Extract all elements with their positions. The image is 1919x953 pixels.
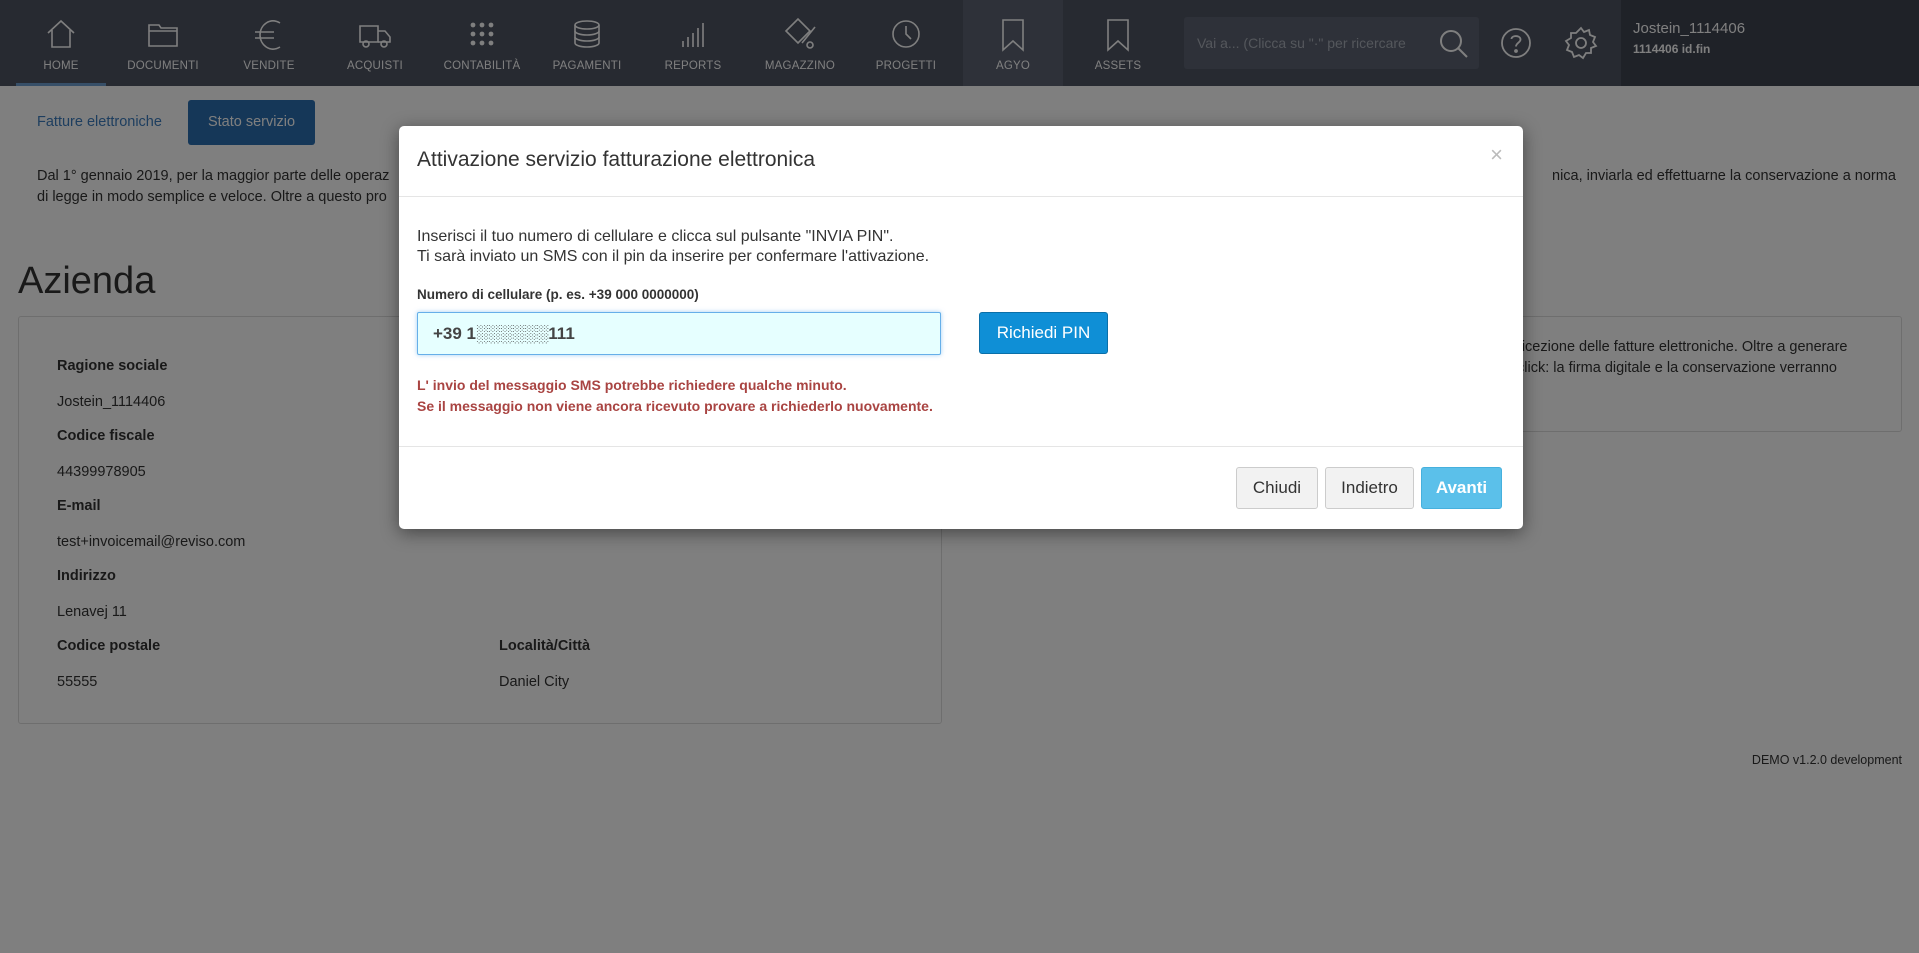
close-button[interactable]: Chiudi (1236, 467, 1318, 509)
modal-title: Attivazione servizio fatturazione elettr… (417, 148, 816, 171)
instruction-line-2: Ti sarà inviato un SMS con il pin da ins… (417, 248, 930, 265)
phone-number-label: Numero di cellulare (p. es. +39 000 0000… (417, 287, 699, 302)
modal-divider (399, 446, 1523, 447)
back-button[interactable]: Indietro (1325, 467, 1414, 509)
phone-number-input[interactable] (417, 312, 941, 355)
request-pin-button[interactable]: Richiedi PIN (979, 312, 1108, 354)
modal-divider (399, 196, 1523, 197)
modal-instructions: Inserisci il tuo numero di cellulare e c… (417, 227, 929, 267)
activation-modal: Attivazione servizio fatturazione elettr… (399, 126, 1523, 529)
close-icon[interactable]: × (1490, 142, 1503, 168)
next-button[interactable]: Avanti (1421, 467, 1502, 509)
warning-line-2: Se il messaggio non viene ancora ricevut… (417, 398, 933, 414)
instruction-line-1: Inserisci il tuo numero di cellulare e c… (417, 228, 894, 245)
warning-line-1: L' invio del messaggio SMS potrebbe rich… (417, 377, 847, 393)
sms-warning: L' invio del messaggio SMS potrebbe rich… (417, 375, 933, 417)
